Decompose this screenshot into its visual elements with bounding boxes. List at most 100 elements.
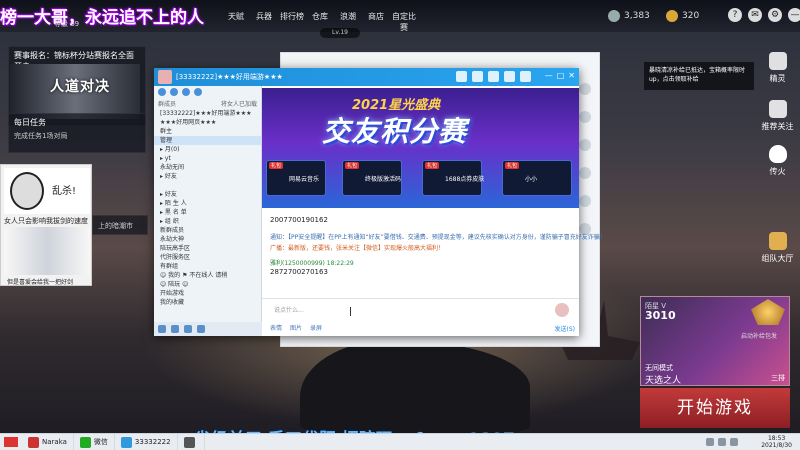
settings-icon[interactable]	[520, 71, 531, 82]
list-item[interactable]: 管理	[154, 136, 261, 145]
nav-weapons[interactable]: 兵器	[250, 11, 278, 33]
list-item[interactable]: 永劫大神	[154, 235, 261, 244]
list-item[interactable]: ▸ 月(0)	[154, 145, 261, 154]
qq-icon[interactable]	[171, 325, 179, 333]
message-text: 2007700190162	[270, 216, 328, 224]
list-item[interactable]: ★★★好用网页★★★	[154, 118, 261, 127]
chat-window[interactable]: [33332222]★★★好用端游★★★ — □ ✕ 群成员 将女人已加载 [3…	[154, 68, 606, 336]
fire-icon	[768, 145, 787, 163]
recent-icon[interactable]	[182, 88, 190, 96]
nav-custom-match[interactable]: 自定比赛	[390, 11, 418, 33]
list-item[interactable]: 新群成员	[154, 226, 261, 235]
daily-task-title: 每日任务	[14, 118, 46, 127]
record-button[interactable]: 录屏	[310, 323, 322, 332]
list-item[interactable]: ☺ 陪玩 ☺	[154, 280, 261, 289]
top-right-icons: ? ✉ ⚙ — ✕	[728, 8, 800, 22]
currency-gold[interactable]: 320	[666, 10, 699, 22]
list-item[interactable]: ▸ 好友	[154, 190, 261, 199]
file-icon[interactable]	[472, 71, 483, 82]
list-item[interactable]: 开始游戏	[154, 289, 261, 298]
close-icon[interactable]: ✕	[568, 71, 575, 80]
taskbar-clock[interactable]: 18:53 2021/8/30	[761, 435, 792, 449]
list-item[interactable]: 代肝服务区	[154, 253, 261, 262]
side-item-label: 推荐关注	[761, 122, 794, 131]
start-icon[interactable]	[4, 437, 18, 447]
banner-card[interactable]: 礼包 终极版激活码	[342, 160, 402, 196]
qq-icon	[120, 436, 132, 448]
taskbar-item-wechat[interactable]: 微信	[74, 433, 115, 450]
side-item-torch[interactable]: 传火	[755, 145, 800, 177]
taskbar-item-naraka[interactable]: Naraka	[22, 433, 74, 450]
home-icon[interactable]	[456, 71, 467, 82]
wechat-icon	[79, 436, 91, 448]
clock-date: 2021/8/30	[761, 442, 792, 449]
avatar	[579, 167, 591, 179]
supply-notice[interactable]: 暴晓清凉补给已抵达，宝箱概率限时up，点击领取补给	[644, 62, 754, 90]
message-text: 2872700270163	[270, 268, 328, 276]
list-item[interactable]: [33332222]★★★好用端游★★★	[154, 109, 261, 118]
tools-icon[interactable]	[197, 325, 205, 333]
banner-card[interactable]: 礼包 网易云音乐	[266, 160, 326, 196]
mail-icon[interactable]: ✉	[748, 8, 762, 22]
nav-talent[interactable]: 天赋	[222, 11, 250, 33]
banner-card[interactable]: 礼包 1688点券皮肤	[422, 160, 484, 196]
sidebar-tools	[154, 86, 261, 98]
network-icon[interactable]	[706, 438, 714, 446]
input-method-icon[interactable]	[730, 438, 738, 446]
image-button[interactable]: 图片	[290, 323, 302, 332]
daily-task-desc: 完成任务1场对局	[14, 132, 68, 140]
list-item[interactable]: 有群组	[154, 262, 261, 271]
list-item[interactable]: ▸ yt	[154, 154, 261, 163]
minimize-icon[interactable]: —	[545, 71, 553, 80]
sidebar-header-left: 群成员	[158, 101, 177, 108]
message-input[interactable]: 说点什么... 表情 图片 录屏 发送(S)	[262, 298, 579, 336]
side-item-follow[interactable]: 推荐关注	[755, 100, 800, 132]
side-item-team-lobby[interactable]: 组队大厅	[755, 232, 800, 264]
help-icon[interactable]: ?	[728, 8, 742, 22]
list-item[interactable]: ▸ 陌 生 人	[154, 199, 261, 208]
list-item[interactable]: 我的收藏	[154, 298, 261, 307]
daily-task-panel[interactable]: 每日任务 完成任务1场对局	[8, 113, 146, 153]
meme-caption-2: 但是喜爱会给我一把好剑	[7, 279, 74, 286]
card-tag: 礼包	[345, 162, 360, 169]
promo-banner[interactable]: 2021星光盛典 交友积分赛 礼包 网易云音乐 礼包 终极版激活码 礼包 168…	[262, 88, 579, 208]
silver-amount: 3,383	[624, 11, 650, 21]
banner-card[interactable]: 礼包 小小	[502, 160, 572, 196]
event-banner[interactable]: 人道对决	[10, 64, 140, 119]
maximize-icon[interactable]: □	[557, 71, 565, 80]
volume-icon[interactable]	[718, 438, 726, 446]
nav-leaderboard[interactable]: 排行榜	[278, 11, 306, 33]
rank-card[interactable]: 陌星 V 3010 启动补给包发 无间模式 天选之人 三排	[640, 296, 790, 386]
minimize-icon[interactable]: —	[788, 8, 800, 22]
taskbar-item-label: Naraka	[42, 438, 67, 446]
list-item[interactable]: ▸ 好友	[154, 172, 261, 181]
taskbar-item-qq[interactable]: 33332222	[115, 433, 178, 450]
nav-shop[interactable]: 商店	[362, 11, 390, 33]
list-item[interactable]: 永劫无间	[154, 163, 261, 172]
more-icon[interactable]	[194, 88, 202, 96]
contacts-icon[interactable]	[158, 88, 166, 96]
menu-icon[interactable]	[158, 325, 166, 333]
group-avatar	[158, 70, 172, 84]
list-item[interactable]: 陪玩高手区	[154, 244, 261, 253]
player-level: 等级 69	[54, 20, 80, 28]
settings-icon[interactable]: ⚙	[768, 8, 782, 22]
music-icon[interactable]	[184, 325, 192, 333]
album-icon[interactable]	[488, 71, 499, 82]
list-item[interactable]	[154, 181, 261, 190]
system-tray	[706, 438, 738, 446]
taskbar-item-app[interactable]	[178, 433, 205, 450]
group-icon[interactable]	[170, 88, 178, 96]
panda-face-icon	[10, 172, 44, 210]
app-icon[interactable]	[504, 71, 515, 82]
list-item[interactable]: ☺ 我的 ⚑ 不在线人 请稍	[154, 271, 261, 280]
taskbar-item-label: 33332222	[134, 438, 171, 446]
list-item[interactable]: ▸ 组 织	[154, 217, 261, 226]
list-item[interactable]: 群主	[154, 127, 261, 136]
start-game-button[interactable]: 开始游戏	[640, 388, 790, 428]
chat-title-tools	[456, 71, 531, 82]
emoji-button[interactable]: 表情	[270, 323, 282, 332]
side-item-spirit[interactable]: 精灵	[755, 52, 800, 84]
list-item[interactable]: ▸ 黑 名 单	[154, 208, 261, 217]
send-button[interactable]: 发送(S)	[555, 324, 576, 333]
